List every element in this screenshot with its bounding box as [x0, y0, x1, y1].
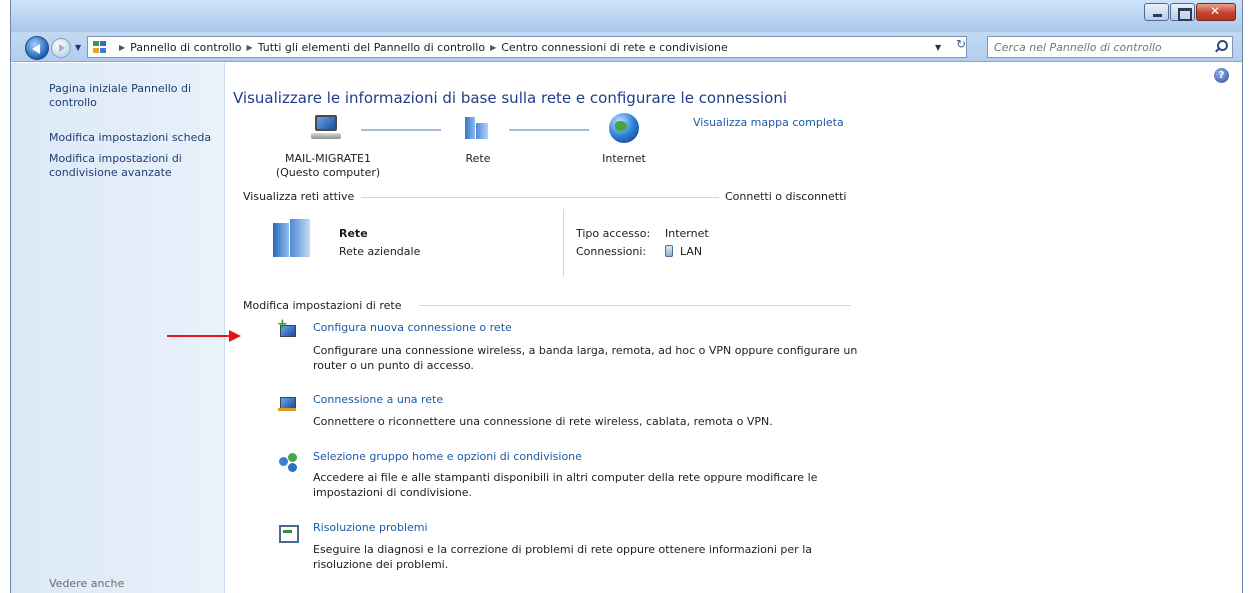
- task-setup-connection-description: Configurare una connessione wireless, a …: [313, 344, 858, 372]
- active-network-icon: [273, 219, 313, 259]
- address-dropdown-icon[interactable]: ▼: [935, 43, 941, 52]
- breadcrumb-item[interactable]: Centro connessioni di rete e condivision…: [501, 41, 728, 54]
- active-network-name: Rete: [339, 227, 368, 240]
- task-connect-network-link[interactable]: Connessione a una rete: [313, 393, 443, 406]
- search-input[interactable]: [988, 37, 1198, 57]
- lan-icon: [665, 245, 673, 257]
- minimize-button[interactable]: [1144, 3, 1169, 21]
- network-icon[interactable]: [463, 117, 493, 141]
- sidebar: Pagina iniziale Pannello di controllo Mo…: [11, 63, 225, 593]
- connections-label: Connessioni:: [576, 245, 647, 258]
- search-box[interactable]: [987, 36, 1233, 58]
- divider: [563, 209, 564, 277]
- view-full-map-link[interactable]: Visualizza mappa completa: [693, 116, 844, 129]
- connection-line: [509, 129, 589, 131]
- internet-globe-icon[interactable]: [609, 113, 639, 143]
- network-type-link[interactable]: Rete aziendale: [339, 245, 420, 258]
- troubleshoot-icon: [277, 523, 299, 543]
- lan-connection-link[interactable]: LAN: [680, 245, 702, 258]
- task-homegroup-link[interactable]: Selezione gruppo home e opzioni di condi…: [313, 450, 582, 463]
- task-troubleshoot-link[interactable]: Risoluzione problemi: [313, 521, 428, 534]
- sidebar-link-adapter-settings[interactable]: Modifica impostazioni scheda: [49, 131, 214, 145]
- red-annotation-arrow: [167, 330, 241, 342]
- access-type-label: Tipo accesso:: [576, 227, 651, 240]
- see-also-heading: Vedere anche: [49, 577, 125, 590]
- main-content: Visualizzare le informazioni di base sul…: [233, 63, 1193, 593]
- control-panel-window: ▼ ▶ Pannello di controllo ▶ Tutti gli el…: [10, 0, 1243, 593]
- sidebar-link-advanced-sharing[interactable]: Modifica impostazioni di condivisione av…: [49, 152, 214, 180]
- task-homegroup-description: Accedere ai file e alle stampanti dispon…: [313, 471, 818, 499]
- recent-pages-dropdown[interactable]: ▼: [75, 43, 81, 52]
- connect-disconnect-link[interactable]: Connetti o disconnetti: [725, 190, 846, 203]
- connection-line: [361, 129, 441, 131]
- sidebar-link-control-panel-home[interactable]: Pagina iniziale Pannello di controllo: [49, 82, 214, 110]
- change-settings-heading: Modifica impostazioni di rete: [243, 299, 402, 312]
- back-button[interactable]: [25, 36, 49, 60]
- divider: [419, 305, 851, 306]
- refresh-icon[interactable]: ↻: [951, 37, 971, 57]
- chevron-right-icon[interactable]: ▶: [119, 43, 125, 52]
- caption-buttons: [1143, 3, 1236, 21]
- access-type-value: Internet: [665, 227, 709, 240]
- connect-network-icon: [277, 393, 299, 413]
- help-icon[interactable]: ?: [1214, 68, 1229, 83]
- divider: [361, 197, 719, 198]
- search-icon[interactable]: [1214, 40, 1228, 54]
- task-connect-network-description: Connettere o riconnettere una connession…: [313, 415, 773, 428]
- chevron-right-icon[interactable]: ▶: [247, 43, 253, 52]
- title-bar[interactable]: [11, 0, 1242, 32]
- computer-sub-label: (Questo computer): [275, 166, 381, 179]
- navigation-bar: ▼ ▶ Pannello di controllo ▶ Tutti gli el…: [11, 32, 1242, 62]
- homegroup-icon: [277, 451, 299, 471]
- control-panel-icon: [92, 40, 108, 54]
- computer-icon[interactable]: [311, 115, 341, 141]
- breadcrumb-item[interactable]: Tutti gli elementi del Pannello di contr…: [258, 41, 485, 54]
- chevron-right-icon[interactable]: ▶: [490, 43, 496, 52]
- task-setup-connection-link[interactable]: Configura nuova connessione o rete: [313, 321, 512, 334]
- active-networks-heading: Visualizza reti attive: [243, 190, 355, 203]
- close-button[interactable]: [1196, 3, 1236, 21]
- task-troubleshoot-description: Eseguire la diagnosi e la correzione di …: [313, 543, 813, 571]
- network-setup-icon: [277, 317, 299, 341]
- computer-name-label: MAIL-MIGRATE1: [285, 152, 371, 165]
- page-title: Visualizzare le informazioni di base sul…: [233, 89, 788, 107]
- breadcrumb-item[interactable]: Pannello di controllo: [130, 41, 241, 54]
- network-label: Rete: [465, 152, 491, 165]
- internet-label: Internet: [602, 152, 646, 165]
- forward-button[interactable]: [51, 38, 71, 58]
- address-bar[interactable]: ▶ Pannello di controllo ▶ Tutti gli elem…: [87, 36, 967, 58]
- maximize-button[interactable]: [1170, 3, 1195, 21]
